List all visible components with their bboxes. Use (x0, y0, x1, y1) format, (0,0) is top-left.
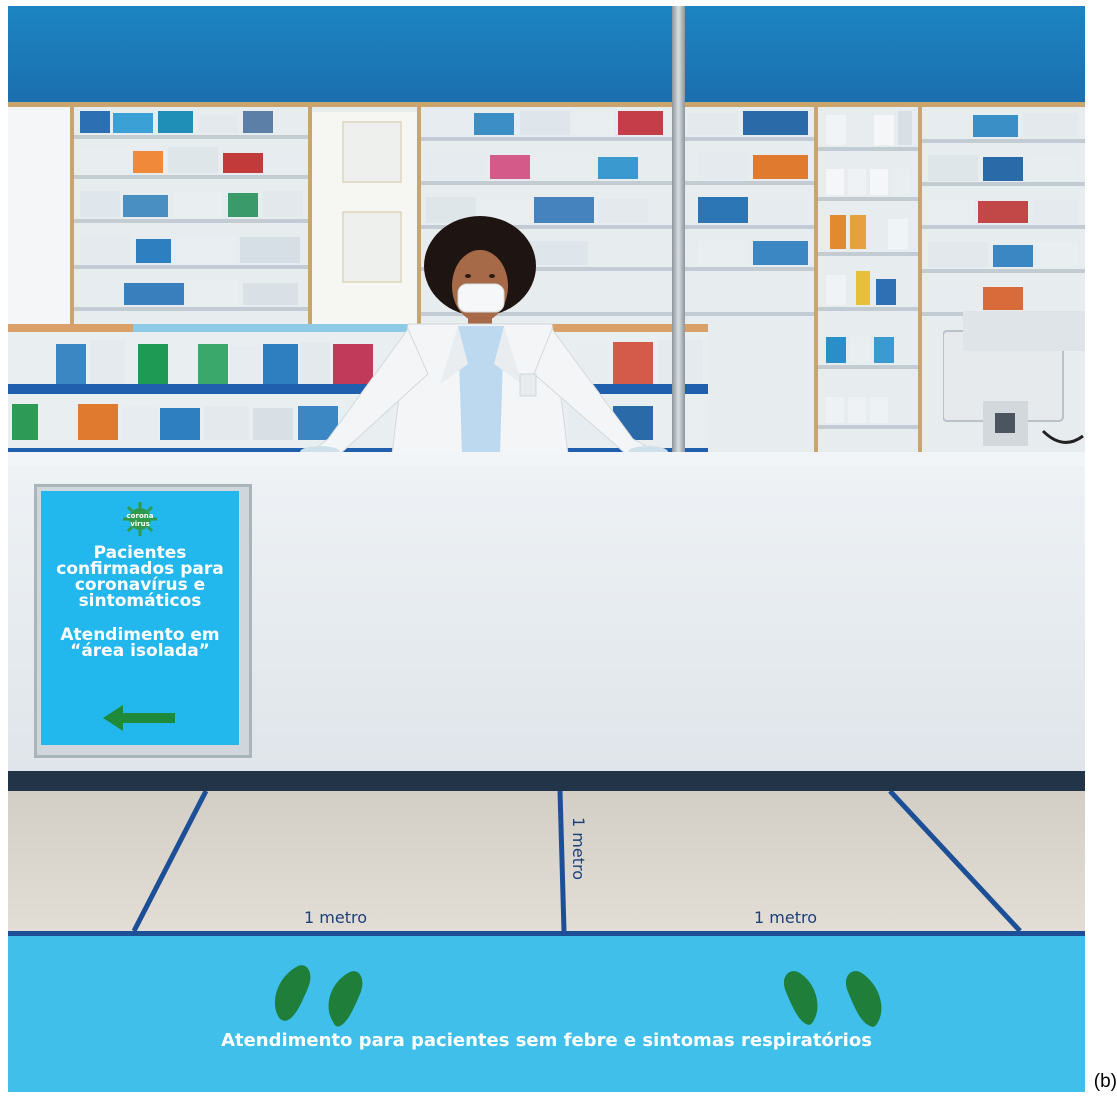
pharmacy-scene: corona virus Pacientes confirmados para … (8, 6, 1085, 1092)
poster-line-6: “área isolada” (70, 641, 210, 661)
floor-label-right: 1 metro (754, 908, 817, 927)
poster-line-4: sintomáticos (78, 591, 202, 611)
svg-text:virus: virus (130, 520, 150, 528)
computer-monitor (943, 311, 1085, 446)
svg-text:corona: corona (127, 512, 154, 520)
left-arrow-icon (103, 705, 175, 731)
floor-markings (131, 791, 1022, 931)
virus-logo-icon: corona virus (123, 502, 157, 536)
floor-label-center: 1 metro (569, 817, 588, 880)
counter-base-shadow (8, 771, 1085, 791)
floor-strip-text: Atendimento para pacientes sem febre e s… (221, 1030, 872, 1051)
ceiling-band (8, 6, 1085, 102)
footprint-left-pair (274, 965, 363, 1027)
figure-caption: (b) (1093, 1071, 1117, 1092)
floor-label-left: 1 metro (304, 908, 367, 927)
pharmacist-figure (300, 216, 668, 458)
floor-strip (8, 931, 1085, 1092)
footprint-right-pair (783, 971, 882, 1027)
floor-area: 1 metro 1 metro 1 metro (8, 791, 1085, 931)
covid-poster: corona virus Pacientes confirmados para … (41, 491, 239, 745)
